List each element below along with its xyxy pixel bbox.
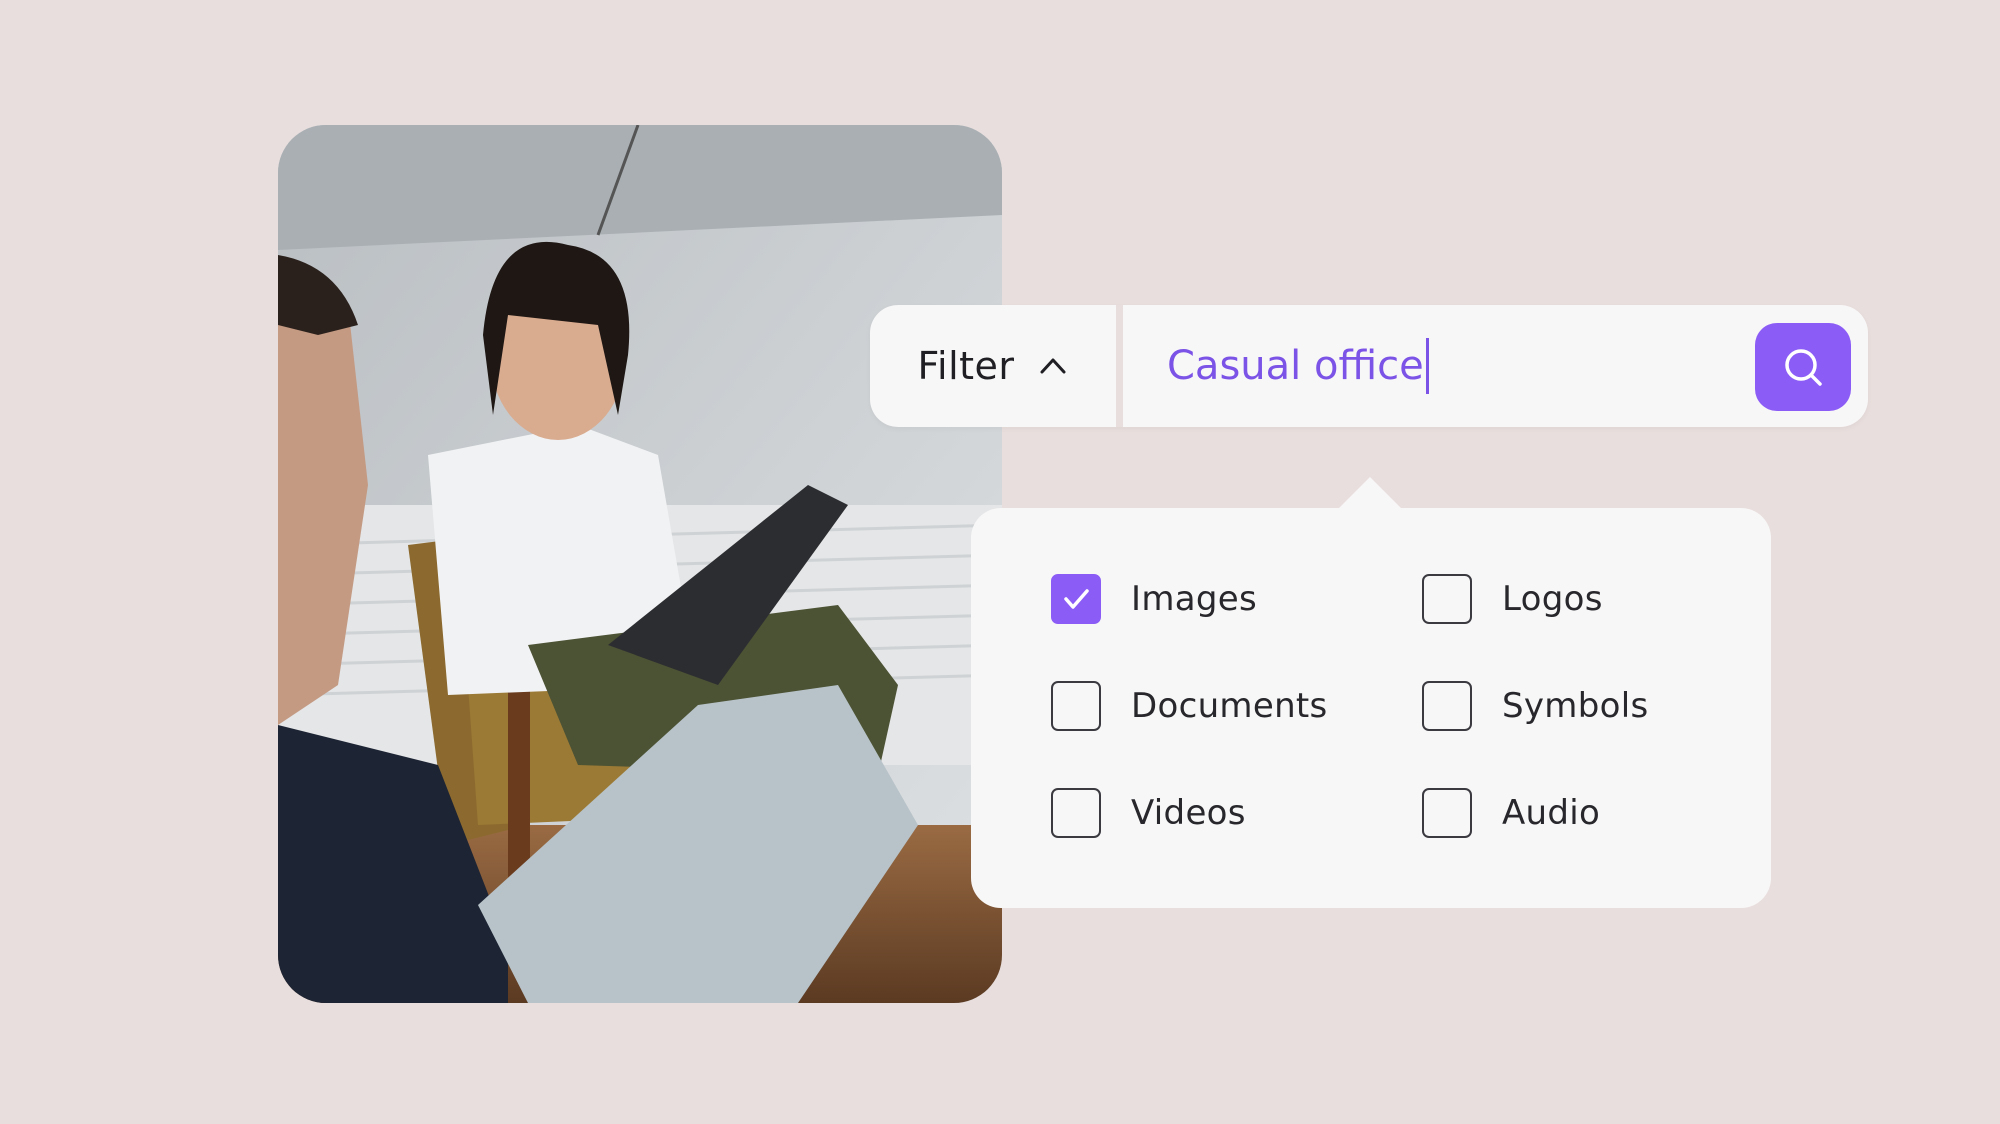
filter-option-images[interactable]: Images <box>1051 574 1257 624</box>
filter-label: Filter <box>917 344 1015 388</box>
filter-option-label: Audio <box>1502 793 1601 833</box>
checkbox-checked[interactable] <box>1051 574 1101 624</box>
chevron-up-icon <box>1040 358 1066 374</box>
checkbox[interactable] <box>1051 681 1101 731</box>
filter-option-documents[interactable]: Documents <box>1051 681 1328 731</box>
search-icon <box>1785 349 1822 386</box>
filter-option-logos[interactable]: Logos <box>1422 574 1603 624</box>
filter-option-symbols[interactable]: Symbols <box>1422 681 1648 731</box>
filter-toggle-button[interactable]: Filter <box>870 305 1116 427</box>
filter-option-label: Images <box>1131 579 1257 619</box>
search-input[interactable]: Casual office <box>1123 305 1637 427</box>
search-button[interactable] <box>1755 323 1851 411</box>
filter-option-audio[interactable]: Audio <box>1422 788 1600 838</box>
filter-option-videos[interactable]: Videos <box>1051 788 1246 838</box>
text-cursor <box>1425 338 1429 394</box>
photo-card <box>278 125 1002 1003</box>
search-query-text: Casual office <box>1167 343 1424 389</box>
filter-option-label: Documents <box>1131 686 1328 726</box>
filter-option-label: Logos <box>1502 579 1603 619</box>
office-photo <box>278 125 1002 1003</box>
checkbox[interactable] <box>1422 788 1472 838</box>
checkbox[interactable] <box>1051 788 1101 838</box>
filter-option-label: Symbols <box>1502 686 1649 726</box>
dropdown-pointer <box>1338 477 1402 509</box>
filter-option-label: Videos <box>1131 793 1246 833</box>
filter-dropdown: Images Logos Documents Symbols Videos Au… <box>971 508 1771 908</box>
checkbox[interactable] <box>1422 574 1472 624</box>
search-bar: Filter Casual office <box>870 305 1868 427</box>
checkbox[interactable] <box>1422 681 1472 731</box>
checkmark-icon <box>1064 589 1089 609</box>
search-divider <box>1116 305 1123 427</box>
